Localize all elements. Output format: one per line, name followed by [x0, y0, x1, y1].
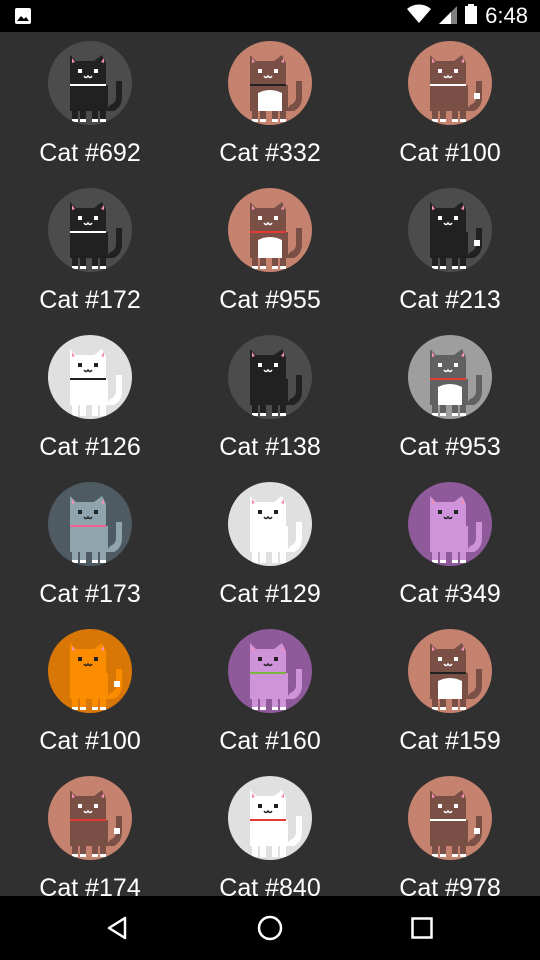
- cat-tile[interactable]: Cat #172: [0, 179, 180, 326]
- cat-label: Cat #159: [399, 727, 501, 755]
- cat-avatar: [408, 482, 492, 566]
- cat-tile[interactable]: Cat #174: [0, 767, 180, 896]
- cat-avatar: [408, 41, 492, 125]
- cat-tile[interactable]: Cat #692: [0, 32, 180, 179]
- cat-tile[interactable]: Cat #332: [180, 32, 360, 179]
- cat-label: Cat #332: [219, 139, 321, 167]
- cat-tile[interactable]: Cat #840: [180, 767, 360, 896]
- cat-tile[interactable]: Cat #349: [360, 473, 540, 620]
- cat-tile[interactable]: Cat #213: [360, 179, 540, 326]
- cell-signal-icon: [439, 4, 458, 29]
- cat-label: Cat #978: [399, 874, 501, 896]
- clock-time: 6:48: [485, 3, 528, 28]
- cat-avatar: [408, 629, 492, 713]
- cat-avatar: [408, 776, 492, 860]
- cat-avatar: [228, 776, 312, 860]
- home-icon: [257, 915, 283, 941]
- cat-avatar: [228, 335, 312, 419]
- navigation-bar: [0, 896, 540, 960]
- cat-avatar: [48, 776, 132, 860]
- cat-avatar: [48, 335, 132, 419]
- wifi-icon: [407, 4, 432, 29]
- cat-label: Cat #129: [219, 580, 321, 608]
- cat-avatar: [48, 41, 132, 125]
- cat-tile[interactable]: Cat #978: [360, 767, 540, 896]
- status-icons: 6:48: [407, 0, 528, 32]
- cat-avatar: [228, 41, 312, 125]
- cat-avatar: [48, 629, 132, 713]
- cat-avatar: [48, 482, 132, 566]
- cat-tile[interactable]: Cat #160: [180, 620, 360, 767]
- cat-tile[interactable]: Cat #126: [0, 326, 180, 473]
- cat-label: Cat #349: [399, 580, 501, 608]
- back-button[interactable]: [73, 896, 163, 960]
- cat-label: Cat #100: [399, 139, 501, 167]
- cat-label: Cat #173: [39, 580, 141, 608]
- cat-label: Cat #138: [219, 433, 321, 461]
- cat-label: Cat #955: [219, 286, 321, 314]
- back-icon: [107, 916, 127, 940]
- cat-label: Cat #174: [39, 874, 141, 896]
- cat-label: Cat #126: [39, 433, 141, 461]
- battery-icon: [465, 3, 478, 29]
- cat-tile[interactable]: Cat #955: [180, 179, 360, 326]
- cat-grid[interactable]: Cat #692 Cat #332 Cat #100 Cat #172 Cat …: [0, 32, 540, 896]
- cat-label: Cat #160: [219, 727, 321, 755]
- cat-label: Cat #692: [39, 139, 141, 167]
- cat-label: Cat #213: [399, 286, 501, 314]
- cat-label: Cat #840: [219, 874, 321, 896]
- cat-tile[interactable]: Cat #100: [360, 32, 540, 179]
- cat-tile[interactable]: Cat #173: [0, 473, 180, 620]
- cat-avatar: [48, 188, 132, 272]
- home-button[interactable]: [225, 896, 315, 960]
- cat-avatar: [228, 188, 312, 272]
- cat-tile[interactable]: Cat #129: [180, 473, 360, 620]
- recents-icon: [411, 917, 433, 939]
- recents-button[interactable]: [377, 896, 467, 960]
- cat-tile[interactable]: Cat #159: [360, 620, 540, 767]
- cat-tile[interactable]: Cat #138: [180, 326, 360, 473]
- cat-label: Cat #100: [39, 727, 141, 755]
- cat-tile[interactable]: Cat #953: [360, 326, 540, 473]
- status-bar: 6:48: [0, 0, 540, 32]
- image-notification-icon: [14, 7, 32, 25]
- cat-label: Cat #172: [39, 286, 141, 314]
- cat-avatar: [408, 335, 492, 419]
- cat-avatar: [228, 629, 312, 713]
- cat-avatar: [228, 482, 312, 566]
- cat-label: Cat #953: [399, 433, 501, 461]
- cat-avatar: [408, 188, 492, 272]
- cat-tile[interactable]: Cat #100: [0, 620, 180, 767]
